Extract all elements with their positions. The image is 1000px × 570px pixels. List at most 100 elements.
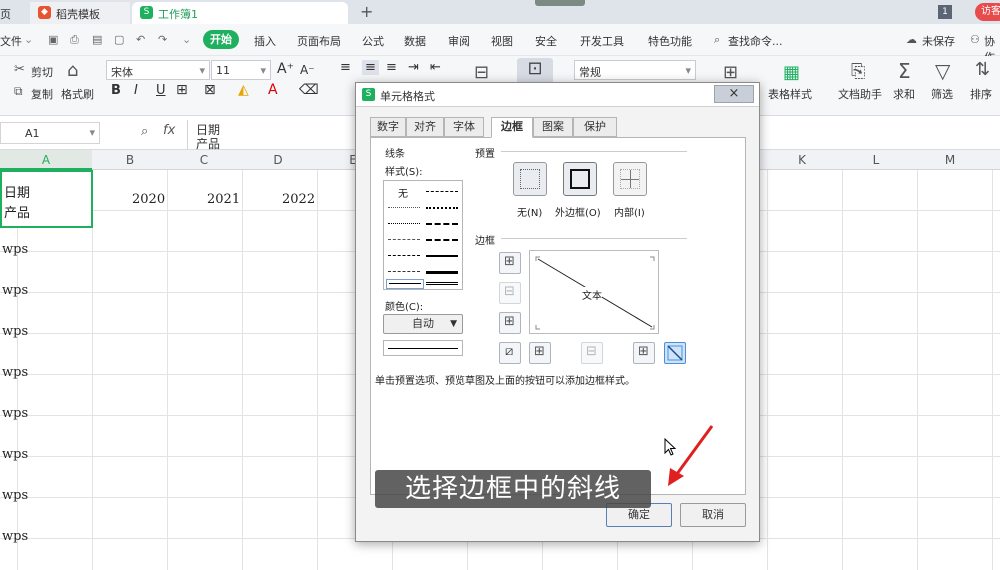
- quick-access-chevron-icon[interactable]: ⌄: [182, 33, 191, 46]
- copy-button[interactable]: 复制: [31, 86, 53, 102]
- conditional-format-icon[interactable]: ⊞: [723, 62, 738, 83]
- cell-a8[interactable]: wps: [2, 488, 28, 503]
- print-icon[interactable]: ▤: [92, 33, 102, 46]
- line-style-none[interactable]: 无: [398, 185, 408, 200]
- border-left-button[interactable]: ⊞: [529, 342, 551, 364]
- col-header-m[interactable]: M: [940, 153, 960, 167]
- sum-icon[interactable]: Σ: [898, 59, 911, 83]
- format-painter-button[interactable]: 格式刷: [61, 86, 94, 102]
- search-icon[interactable]: ⌕: [714, 33, 720, 47]
- font-size-select[interactable]: 11 ▾: [211, 60, 271, 80]
- align-top-icon[interactable]: ≡: [340, 60, 351, 75]
- cell-d1[interactable]: 2022: [282, 192, 315, 207]
- export-icon[interactable]: ⎙: [70, 33, 79, 47]
- redo-icon[interactable]: ↷: [158, 33, 167, 46]
- col-header-k[interactable]: K: [792, 153, 812, 167]
- tab-review[interactable]: 审阅: [448, 33, 470, 49]
- zoom-search-icon[interactable]: ⌕: [141, 124, 148, 139]
- col-header-d[interactable]: D: [268, 153, 288, 167]
- underline-button[interactable]: U: [156, 83, 166, 98]
- cell-a7[interactable]: wps: [2, 447, 28, 462]
- border-middle-h-button[interactable]: ⊟: [499, 282, 521, 304]
- tab-features[interactable]: 特色功能: [648, 33, 692, 49]
- save-icon[interactable]: ▣: [48, 33, 58, 46]
- undo-icon[interactable]: ↶: [136, 33, 145, 46]
- wrap-text-icon[interactable]: ⊟: [474, 62, 489, 83]
- line-style-hair[interactable]: [388, 207, 420, 208]
- tab-insert[interactable]: 插入: [254, 33, 276, 49]
- clear-icon[interactable]: ⌫: [299, 82, 319, 98]
- close-button[interactable]: ×: [714, 85, 754, 103]
- cell-a2[interactable]: wps: [2, 242, 28, 257]
- filter-icon[interactable]: ▽: [935, 59, 950, 83]
- doc-helper-button[interactable]: 文档助手: [838, 86, 882, 102]
- table-style-icon[interactable]: ▦: [783, 62, 800, 83]
- line-style-double[interactable]: [426, 282, 458, 285]
- unsaved-status[interactable]: 未保存: [922, 33, 955, 49]
- line-style-list[interactable]: 无: [383, 180, 463, 290]
- merge-icon[interactable]: ⊠: [204, 82, 216, 98]
- file-menu[interactable]: 文件: [0, 33, 22, 49]
- cell-a3[interactable]: wps: [2, 283, 28, 298]
- align-middle-icon[interactable]: ≡: [362, 60, 379, 75]
- sum-button[interactable]: 求和: [893, 86, 915, 102]
- scissors-icon[interactable]: ✂: [14, 62, 25, 77]
- line-style-dash-dot-2[interactable]: [388, 255, 420, 256]
- filter-button[interactable]: 筛选: [931, 86, 953, 102]
- align-bottom-icon[interactable]: ≡: [386, 60, 397, 75]
- function-icon[interactable]: fx: [163, 123, 175, 138]
- diagonal-up-button[interactable]: ⧄: [499, 342, 521, 364]
- new-tab-button[interactable]: +: [360, 2, 373, 21]
- border-middle-v-button[interactable]: ⊟: [581, 342, 603, 364]
- tab-number[interactable]: 数字: [370, 117, 406, 137]
- grow-font-icon[interactable]: A⁺: [277, 61, 294, 77]
- line-style-dash-dot[interactable]: [426, 191, 458, 192]
- line-style-medium[interactable]: [426, 255, 458, 257]
- line-style-dashed[interactable]: [388, 271, 420, 272]
- line-style-medium-dot[interactable]: [426, 207, 458, 209]
- line-style-selected-thin[interactable]: [386, 279, 424, 289]
- number-format-select[interactable]: 常规 ▾: [574, 60, 696, 80]
- cooperate-icon[interactable]: ⚇: [970, 33, 980, 46]
- docer-tab[interactable]: ◆ 稻壳模板: [30, 2, 130, 24]
- tab-border[interactable]: 边框: [491, 117, 533, 138]
- italic-button[interactable]: I: [134, 83, 138, 98]
- line-style-dotted[interactable]: [388, 223, 420, 224]
- cancel-button[interactable]: 取消: [680, 503, 746, 527]
- font-name-select[interactable]: 宋体 ▾: [106, 60, 210, 80]
- dialog-title-bar[interactable]: S 单元格格式 ×: [356, 83, 759, 107]
- line-style-medium-dashed[interactable]: [426, 239, 458, 241]
- tab-protection[interactable]: 保护: [573, 117, 617, 137]
- border-right-button[interactable]: ⊞: [633, 342, 655, 364]
- tab-data[interactable]: 数据: [404, 33, 426, 49]
- cell-b1[interactable]: 2020: [132, 192, 165, 207]
- home-tab[interactable]: 页: [0, 2, 19, 24]
- line-style-medium-dash-dot[interactable]: [426, 223, 458, 225]
- shrink-font-icon[interactable]: A⁻: [300, 63, 315, 77]
- preset-none-button[interactable]: [513, 162, 547, 196]
- workbook-tab[interactable]: S 工作簿1: [132, 2, 348, 24]
- indent-icon[interactable]: ⇥: [408, 60, 419, 75]
- sort-button[interactable]: 排序: [970, 86, 992, 102]
- outdent-icon[interactable]: ⇤: [430, 60, 441, 75]
- cell-a9[interactable]: wps: [2, 529, 28, 544]
- cut-button[interactable]: 剪切: [31, 64, 53, 80]
- line-style-thick[interactable]: [426, 271, 458, 274]
- border-top-button[interactable]: ⊞: [499, 252, 521, 274]
- selected-cell-a1[interactable]: 日期 产品: [0, 170, 93, 228]
- col-header-b[interactable]: B: [120, 153, 140, 167]
- tab-font[interactable]: 字体: [444, 117, 484, 137]
- border-preview[interactable]: 文本: [529, 250, 659, 334]
- line-style-dash-dot-dot[interactable]: [388, 239, 420, 240]
- border-icon[interactable]: ⊞: [176, 82, 188, 98]
- preview-icon[interactable]: ▢: [114, 33, 124, 46]
- format-painter-icon[interactable]: ⌂: [67, 60, 78, 81]
- fill-color-icon[interactable]: ◭: [238, 82, 249, 98]
- tab-page-layout[interactable]: 页面布局: [297, 33, 341, 49]
- table-style-button[interactable]: 表格样式: [768, 86, 812, 102]
- command-search[interactable]: 查找命令...: [728, 33, 783, 49]
- cell-a5[interactable]: wps: [2, 365, 28, 380]
- tab-developer[interactable]: 开发工具: [580, 33, 624, 49]
- tab-security[interactable]: 安全: [535, 33, 557, 49]
- col-header-a[interactable]: A: [36, 153, 56, 167]
